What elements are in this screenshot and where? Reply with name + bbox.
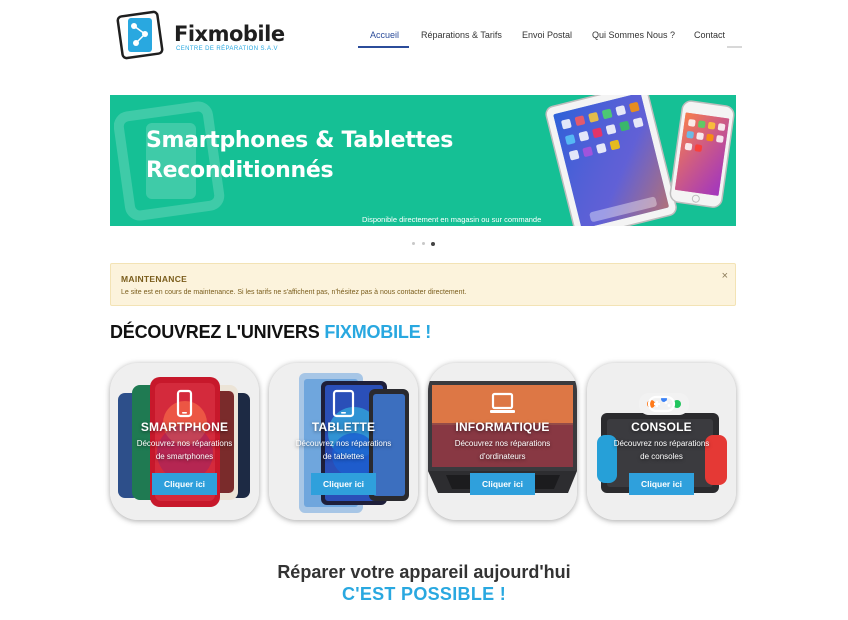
card-desc-line2: de consoles — [640, 452, 683, 461]
category-card-informatique[interactable]: INFORMATIQUE Découvrez nos réparations d… — [428, 363, 577, 520]
alert-text: Le site est en cours de maintenance. Si … — [121, 289, 467, 296]
close-icon[interactable]: × — [722, 270, 728, 282]
gamepad-icon — [647, 395, 676, 413]
banner-devices-image — [545, 95, 735, 226]
card-desc-line2: de tablettes — [322, 452, 365, 461]
card-desc-line1: Découvrez nos réparations — [613, 439, 710, 448]
category-card-smartphone[interactable]: SMARTPHONE Découvrez nos réparations de … — [110, 363, 259, 520]
slider-dot-3-active[interactable] — [431, 241, 435, 246]
tablette-cta-button[interactable]: Cliquer ici — [311, 473, 376, 495]
slider-dot-2[interactable] — [422, 242, 425, 245]
section-heading-prefix: DÉCOUVREZ L'UNIVERS — [110, 322, 325, 342]
section-heading-accent: FIXMOBILE ! — [324, 322, 432, 342]
tablet-icon — [332, 389, 355, 418]
category-card-tablette[interactable]: TABLETTE Découvrez nos réparations de ta… — [269, 363, 418, 520]
nav-item-reparations-tarifs[interactable]: Réparations & Tarifs — [421, 30, 502, 40]
nav-item-envoi-postal[interactable]: Envoi Postal — [522, 30, 572, 40]
section-heading: DÉCOUVREZ L'UNIVERS FIXMOBILE ! — [110, 322, 431, 343]
banner-subtitle: Disponible directement en magasin ou sur… — [362, 215, 542, 224]
card-description-tablette: Découvrez nos réparations de tablettes — [279, 437, 408, 463]
card-title-console: CONSOLE — [631, 420, 692, 434]
card-description-console: Découvrez nos réparations de consoles — [597, 437, 726, 463]
category-card-console[interactable]: CONSOLE Découvrez nos réparations de con… — [587, 363, 736, 520]
slider-dots — [410, 241, 440, 247]
card-title-tablette: TABLETTE — [311, 420, 376, 434]
card-desc-line1: Découvrez nos réparations — [295, 439, 392, 448]
site-header: Fixmobile CENTRE DE RÉPARATION S.A.V Acc… — [0, 0, 848, 70]
console-cta-button[interactable]: Cliquer ici — [629, 473, 694, 495]
maintenance-alert: MAINTENANCE Le site est en cours de main… — [110, 263, 736, 306]
nav-active-indicator — [358, 46, 409, 48]
card-desc-line1: Découvrez nos réparations — [454, 439, 551, 448]
card-description-informatique: Découvrez nos réparations d'ordinateurs — [438, 437, 567, 463]
nav-item-contact[interactable]: Contact — [694, 30, 725, 40]
nav-divider — [727, 46, 742, 48]
card-desc-line2: d'ordinateurs — [479, 452, 526, 461]
card-title-smartphone: SMARTPHONE — [140, 420, 229, 434]
card-desc-line1: Découvrez nos réparations — [136, 439, 233, 448]
card-title-informatique: INFORMATIQUE — [455, 420, 550, 434]
smartphone-cta-button[interactable]: Cliquer ici — [152, 473, 217, 495]
closing-headline: Réparer votre appareil aujourd'hui — [277, 562, 571, 582]
banner-title-line2: Reconditionnés — [146, 158, 334, 183]
smartphone-icon — [176, 389, 193, 418]
main-nav: Accueil Réparations & Tarifs Envoi Posta… — [0, 30, 848, 52]
slider-dot-1[interactable] — [412, 242, 415, 245]
alert-title: MAINTENANCE — [121, 274, 188, 284]
nav-item-accueil[interactable]: Accueil — [370, 30, 399, 40]
closing-tagline: C'EST POSSIBLE ! — [341, 584, 507, 604]
card-description-smartphone: Découvrez nos réparations de smartphones — [120, 437, 249, 463]
nav-item-qui-sommes-nous[interactable]: Qui Sommes Nous ? — [592, 30, 675, 40]
banner-title: Smartphones & Tablettes Reconditionnés — [146, 126, 453, 186]
banner-title-line1: Smartphones & Tablettes — [146, 128, 454, 153]
hero-banner[interactable]: Smartphones & Tablettes Reconditionnés D… — [110, 95, 736, 226]
card-desc-line2: de smartphones — [155, 452, 214, 461]
informatique-cta-button[interactable]: Cliquer ici — [470, 473, 535, 495]
laptop-icon — [490, 392, 515, 413]
